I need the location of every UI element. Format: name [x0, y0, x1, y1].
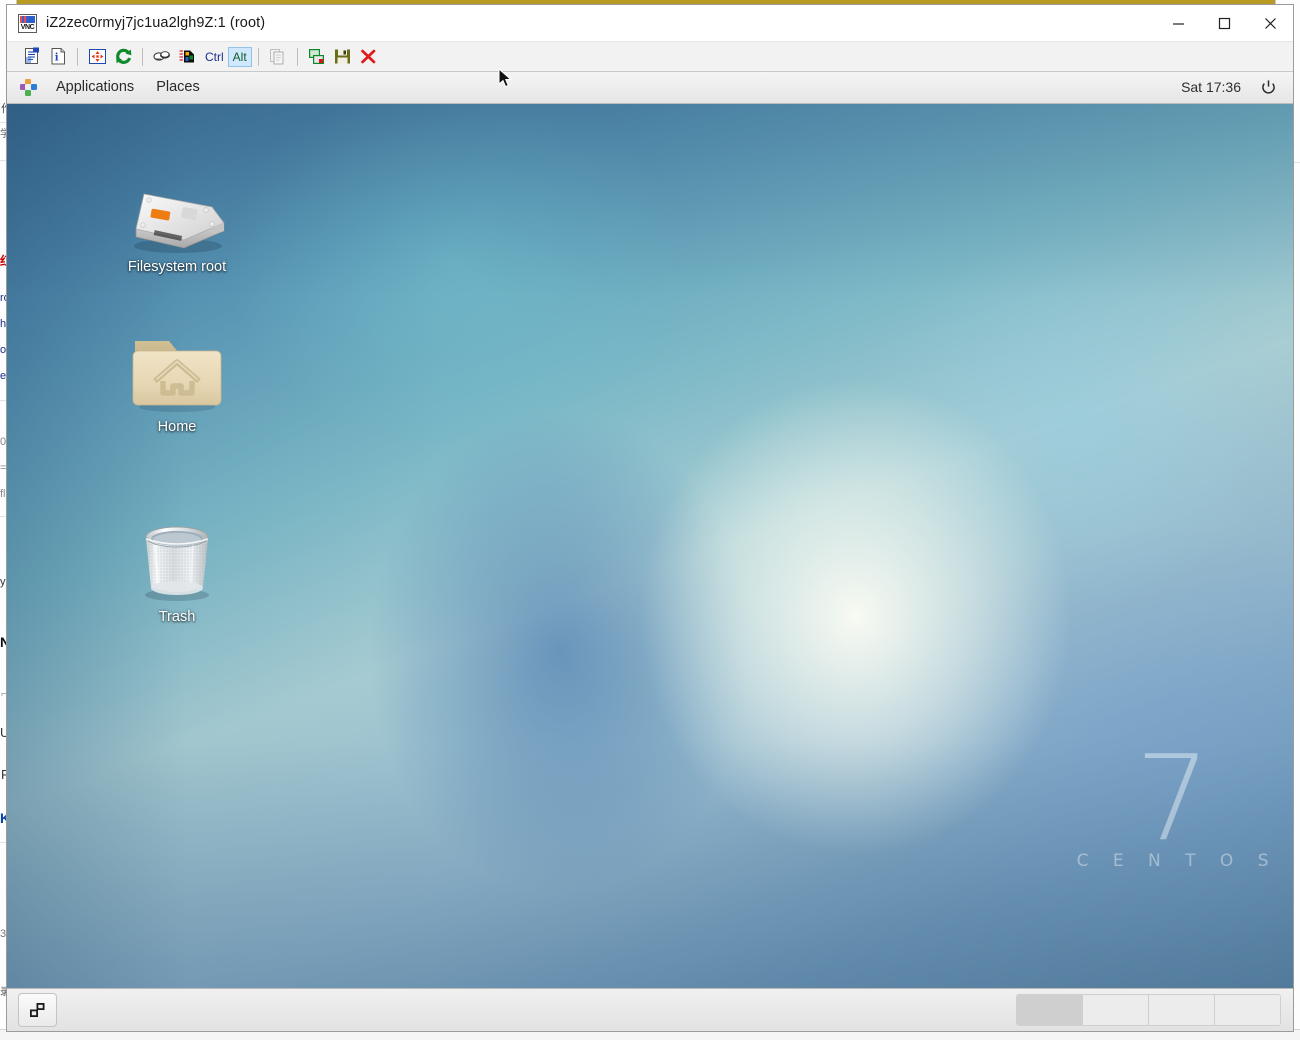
- vnc-viewer-window: VNC iZ2zec0rmyj7jc1ua2lgh9Z:1 (root) i C…: [6, 4, 1294, 1032]
- toolbar-separator: [142, 47, 143, 66]
- toolbar-separator: [296, 47, 298, 66]
- toolbar-separator: [257, 47, 259, 66]
- trash-can-icon: [118, 521, 236, 605]
- svg-text:i: i: [54, 53, 58, 64]
- desktop-icon-label: Trash: [158, 609, 196, 625]
- toolbar-separator: [77, 47, 78, 66]
- transfer-files-button[interactable]: [304, 45, 330, 69]
- vnc-viewer-icon: VNC: [18, 13, 37, 33]
- workspace-4[interactable]: [1215, 995, 1280, 1025]
- desktop-icon-filesystem-root[interactable]: Filesystem root: [118, 171, 236, 275]
- workspace-1[interactable]: [1017, 995, 1083, 1025]
- centos-pinwheel-icon: [20, 79, 37, 96]
- workspace-2[interactable]: [1083, 995, 1149, 1025]
- desktop-icon-label: Filesystem root: [127, 259, 227, 275]
- gnome-bottom-panel: [7, 988, 1293, 1031]
- alt-toggle[interactable]: Alt: [227, 46, 252, 67]
- window-controls: [1155, 5, 1293, 41]
- workspace-switcher[interactable]: [1016, 994, 1281, 1026]
- connection-info-button[interactable]: i: [45, 45, 71, 69]
- vnc-icon-label: VNC: [20, 23, 35, 31]
- window-title-bar[interactable]: VNC iZ2zec0rmyj7jc1ua2lgh9Z:1 (root): [7, 5, 1293, 42]
- menu-applications[interactable]: Applications: [45, 72, 145, 103]
- menu-places[interactable]: Places: [145, 72, 211, 103]
- send-ctrl-alt-del-button[interactable]: [175, 45, 201, 69]
- send-keys-button[interactable]: [149, 45, 175, 69]
- power-icon[interactable]: [1253, 72, 1283, 103]
- clipboard-button[interactable]: [265, 45, 291, 69]
- hard-drive-icon: [118, 171, 236, 255]
- refresh-button[interactable]: [110, 45, 136, 69]
- gnome-top-panel: Applications Places Sat 17:36: [7, 72, 1293, 104]
- panel-right-group: Sat 17:36: [1169, 72, 1293, 103]
- panel-clock[interactable]: Sat 17:36: [1169, 72, 1253, 103]
- desktop-wallpaper[interactable]: Filesystem root Home Trash 7 C E N T O S: [7, 103, 1293, 989]
- minimize-button[interactable]: [1155, 5, 1201, 41]
- disconnect-button[interactable]: [356, 45, 382, 69]
- home-folder-icon: [118, 331, 236, 415]
- remote-desktop-view[interactable]: Applications Places Sat 17:36 Filesystem…: [7, 72, 1293, 1031]
- window-title: iZ2zec0rmyj7jc1ua2lgh9Z:1 (root): [46, 15, 266, 31]
- close-button[interactable]: [1247, 5, 1293, 41]
- panel-left-group: Applications Places: [7, 72, 211, 103]
- vnc-toolbar: i Ctrl Alt: [7, 42, 1293, 72]
- desktop-icon-trash[interactable]: Trash: [118, 521, 236, 625]
- save-button[interactable]: [330, 45, 356, 69]
- ctrl-toggle[interactable]: Ctrl: [201, 48, 228, 66]
- desktop-icon-home[interactable]: Home: [118, 331, 236, 435]
- show-desktop-icon[interactable]: [18, 993, 57, 1027]
- new-connection-button[interactable]: [19, 45, 45, 69]
- workspace-3[interactable]: [1149, 995, 1215, 1025]
- fullscreen-button[interactable]: [84, 45, 110, 69]
- desktop-icon-label: Home: [157, 419, 197, 435]
- maximize-button[interactable]: [1201, 5, 1247, 41]
